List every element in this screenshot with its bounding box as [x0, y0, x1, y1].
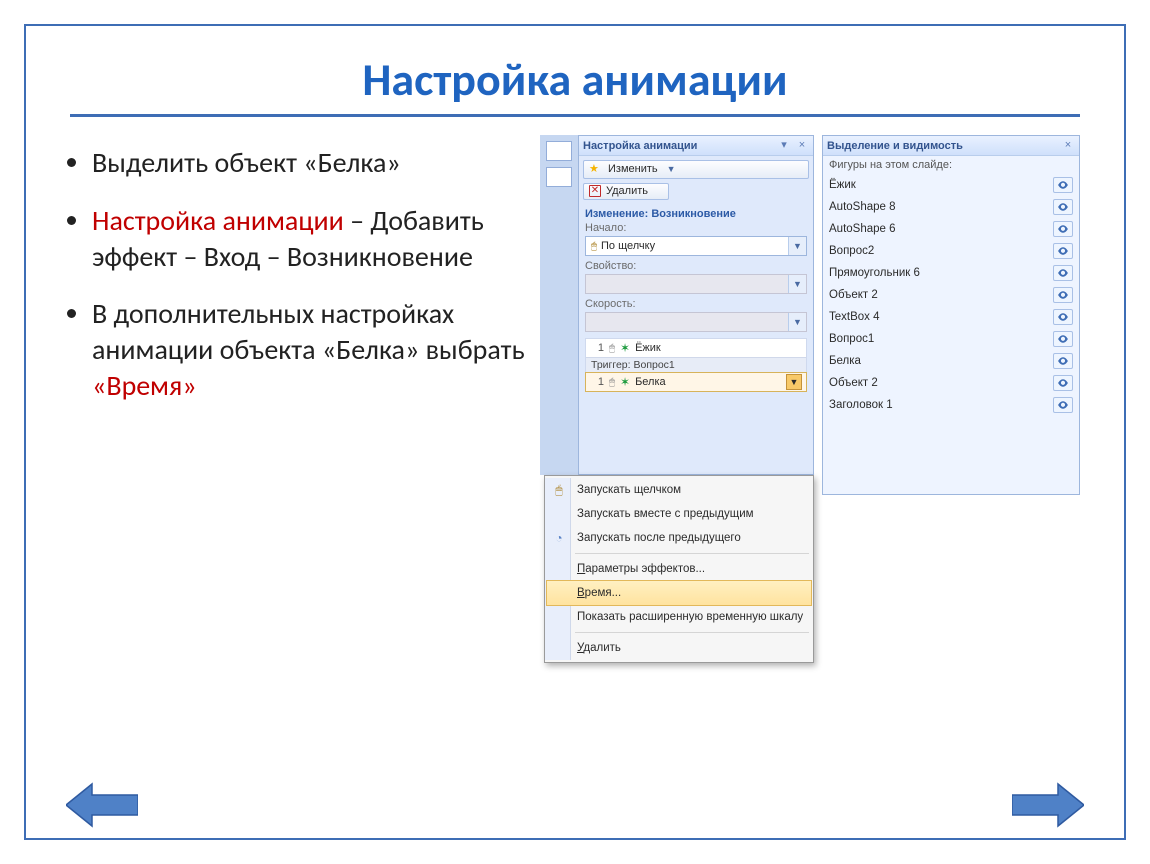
start-combo[interactable]: 🖱По щелчку ▼	[585, 236, 807, 256]
eye-icon[interactable]	[1053, 265, 1073, 281]
speed-combo: ▼	[585, 312, 807, 332]
mouse-icon: 🖱	[591, 241, 597, 252]
property-field: Свойство: ▼	[579, 258, 813, 296]
list-item[interactable]: Вопрос1	[829, 328, 1073, 350]
start-field: Начало: 🖱По щелчку ▼	[579, 220, 813, 258]
menu-separator	[575, 632, 809, 633]
eye-icon[interactable]	[1053, 353, 1073, 369]
menu-start-after-prev[interactable]: ◔ Запускать после предыдущего	[545, 526, 813, 550]
slide-frame: Настройка анимации Выделить объект «Белк…	[24, 24, 1126, 840]
entrance-icon: ✶	[620, 341, 630, 355]
eye-icon[interactable]	[1053, 243, 1073, 259]
prev-arrow-button[interactable]	[66, 780, 138, 830]
menu-delete[interactable]: Удалить	[545, 636, 813, 660]
list-item[interactable]: Белка	[829, 350, 1073, 372]
screenshot-composite: Настройка анимации ▾ × ★ Изменить ▼ ✕ Уд…	[540, 135, 1084, 675]
eye-icon[interactable]	[1053, 199, 1073, 215]
slide-title: Настройка анимации	[26, 52, 1124, 108]
chevron-down-icon[interactable]: ▼	[788, 237, 806, 255]
pane-header: Выделение и видимость ×	[823, 136, 1079, 156]
pane-menu-icon[interactable]: ▾	[777, 139, 791, 153]
eye-icon[interactable]	[1053, 177, 1073, 193]
eye-icon[interactable]	[1053, 221, 1073, 237]
speed-field: Скорость: ▼	[579, 296, 813, 334]
list-item[interactable]: Прямоугольник 6	[829, 262, 1073, 284]
entrance-icon: ✶	[620, 375, 630, 389]
pane-toolbar: ★ Изменить ▼ ✕ Удалить	[579, 156, 813, 204]
close-icon[interactable]: ×	[1061, 139, 1075, 153]
clock-icon: ◔	[550, 531, 568, 545]
eye-icon[interactable]	[1053, 375, 1073, 391]
property-combo: ▼	[585, 274, 807, 294]
slide-thumb[interactable]	[546, 167, 572, 187]
menu-show-timeline[interactable]: Показать расширенную временную шкалу	[545, 605, 813, 629]
pane-title: Настройка анимации	[583, 140, 697, 152]
list-item[interactable]: Вопрос2	[829, 240, 1073, 262]
next-arrow-button[interactable]	[1012, 780, 1084, 830]
anim-item[interactable]: 1 🖱 ✶ Ёжик	[586, 339, 806, 357]
selection-visibility-pane: Выделение и видимость × Фигуры на этом с…	[822, 135, 1080, 495]
menu-separator	[575, 553, 809, 554]
star-icon: ★	[589, 162, 603, 176]
close-icon[interactable]: ×	[795, 139, 809, 153]
list-item[interactable]: AutoShape 8	[829, 196, 1073, 218]
slide-thumbnail-strip	[540, 135, 578, 475]
title-rule	[70, 114, 1080, 117]
visibility-list: Ёжик AutoShape 8 AutoShape 6 Вопрос2 Пря…	[823, 174, 1079, 416]
effect-section-label: Изменение: Возникновение	[579, 204, 813, 220]
menu-effect-options[interactable]: Параметры эффектов...	[545, 557, 813, 581]
list-item[interactable]: Ёжик	[829, 174, 1073, 196]
pane-title: Выделение и видимость	[827, 140, 963, 152]
context-menu: 🖱 Запускать щелчком Запускать вместе с п…	[544, 475, 814, 663]
delete-effect-button[interactable]: ✕ Удалить	[583, 183, 669, 200]
bullet-list: Выделить объект «Белка» Настройка анимац…	[66, 135, 532, 675]
bullet-1: Выделить объект «Белка»	[92, 145, 532, 181]
pane-header: Настройка анимации ▾ ×	[579, 136, 813, 156]
vis-subtitle: Фигуры на этом слайде:	[823, 156, 1079, 174]
bullet-3: В дополнительных настройках анимации объ…	[92, 296, 532, 403]
eye-icon[interactable]	[1053, 309, 1073, 325]
menu-start-with-prev[interactable]: Запускать вместе с предыдущим	[545, 502, 813, 526]
change-effect-button[interactable]: ★ Изменить ▼	[583, 160, 809, 179]
mouse-icon: 🖱	[550, 483, 568, 498]
mouse-icon: 🖱	[609, 343, 615, 354]
list-item[interactable]: Объект 2	[829, 372, 1073, 394]
animation-list: 1 🖱 ✶ Ёжик Триггер: Вопрос1 1 🖱 ✶ Белка …	[585, 338, 807, 392]
list-item[interactable]: TextBox 4	[829, 306, 1073, 328]
list-item[interactable]: Заголовок 1	[829, 394, 1073, 416]
bullet-2: Настройка анимации – Добавить эффект – В…	[92, 203, 532, 275]
list-item[interactable]: Объект 2	[829, 284, 1073, 306]
item-dropdown-button[interactable]: ▼	[786, 374, 802, 390]
eye-icon[interactable]	[1053, 331, 1073, 347]
body-row: Выделить объект «Белка» Настройка анимац…	[26, 135, 1124, 675]
slide-thumb[interactable]	[546, 141, 572, 161]
anim-item-selected[interactable]: 1 🖱 ✶ Белка ▼	[586, 373, 806, 391]
eye-icon[interactable]	[1053, 287, 1073, 303]
mouse-icon: 🖱	[609, 377, 615, 388]
menu-start-onclick[interactable]: 🖱 Запускать щелчком	[545, 478, 813, 502]
delete-icon: ✕	[589, 185, 601, 197]
animation-task-pane: Настройка анимации ▾ × ★ Изменить ▼ ✕ Уд…	[578, 135, 814, 475]
list-item[interactable]: AutoShape 6	[829, 218, 1073, 240]
chevron-down-icon: ▼	[667, 164, 676, 174]
eye-icon[interactable]	[1053, 397, 1073, 413]
trigger-label: Триггер: Вопрос1	[586, 357, 806, 373]
menu-timing[interactable]: Время...	[547, 581, 811, 605]
